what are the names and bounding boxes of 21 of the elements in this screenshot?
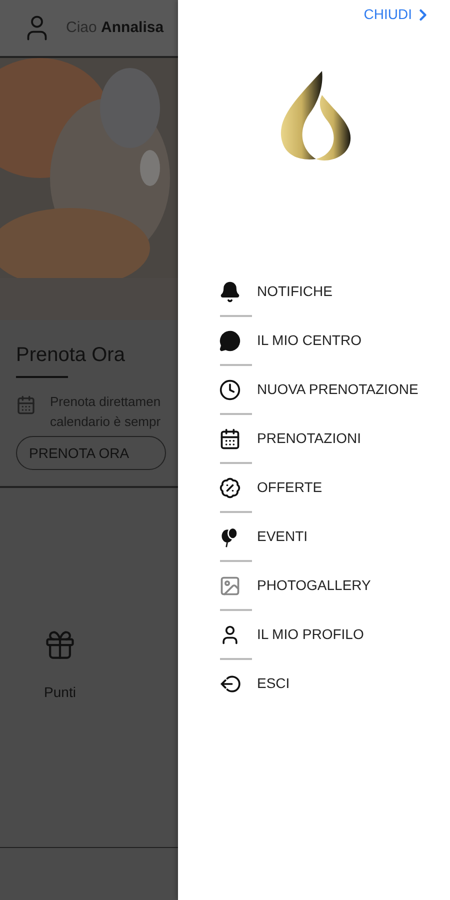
- menu-item[interactable]: PHOTOGALLERY: [219, 565, 450, 606]
- chat-icon: [219, 330, 241, 352]
- menu-item[interactable]: NUOVA PRENOTAZIONE: [219, 369, 450, 410]
- clock-icon: [219, 378, 241, 400]
- close-button[interactable]: CHIUDI: [364, 4, 432, 25]
- section-title: Prenota Ora: [16, 343, 126, 368]
- percent-badge-icon: [219, 476, 241, 498]
- menu-item[interactable]: IL MIO PROFILO: [219, 614, 450, 655]
- calendar-icon: [16, 395, 36, 415]
- calendar-icon: [219, 428, 241, 450]
- menu-item[interactable]: EVENTI: [219, 516, 450, 557]
- gift-icon: [43, 628, 77, 662]
- exit-icon: [219, 672, 241, 694]
- menu-item[interactable]: ESCI: [219, 663, 450, 704]
- menu-item[interactable]: PRENOTAZIONI: [219, 418, 450, 459]
- bell-icon: [219, 280, 241, 302]
- menu-item[interactable]: NOTIFICHE: [219, 271, 450, 312]
- shortcut-label: Punti: [44, 683, 76, 702]
- menu-item[interactable]: OFFERTE: [219, 467, 450, 508]
- image-icon: [219, 574, 241, 596]
- menu-item[interactable]: IL MIO CENTRO: [219, 320, 450, 361]
